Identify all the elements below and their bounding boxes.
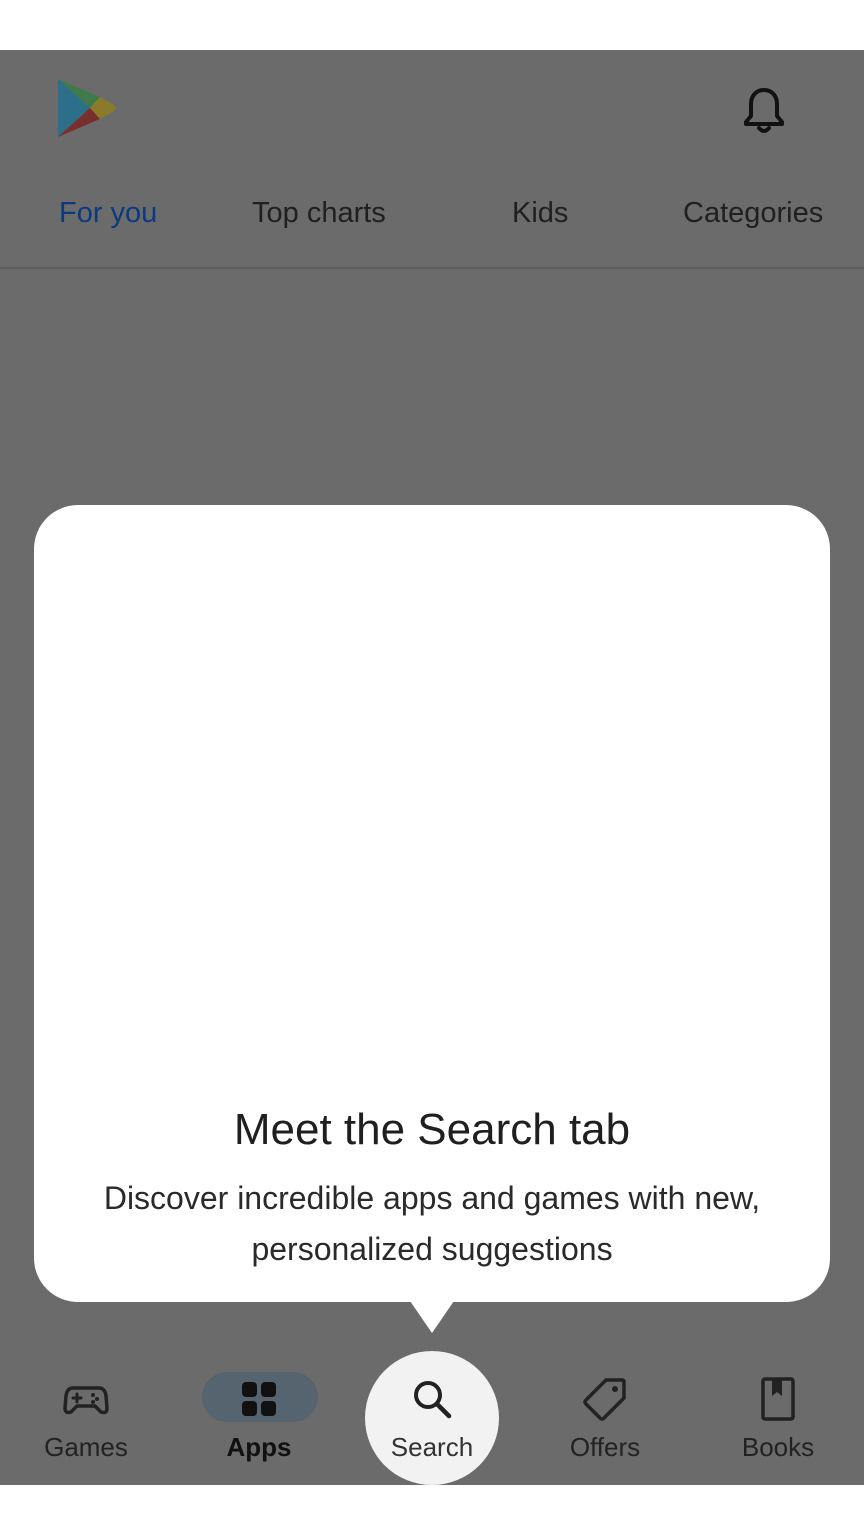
tab-top-charts[interactable]: Top charts xyxy=(252,197,386,230)
tooltip-title: Meet the Search tab xyxy=(233,1105,631,1154)
top-tabs: For you Top charts Kids Categories xyxy=(0,175,864,269)
nav-search-label: Search xyxy=(390,1432,474,1462)
nav-apps[interactable]: Apps xyxy=(173,1350,345,1485)
nav-games[interactable]: Games xyxy=(0,1350,172,1485)
gamepad-icon xyxy=(63,1376,109,1422)
google-play-logo-icon xyxy=(54,75,118,141)
status-bar xyxy=(0,0,864,50)
nav-offers-label: Offers xyxy=(569,1432,641,1462)
bookmark-book-icon xyxy=(755,1376,801,1422)
tooltip-description: Discover incredible apps and games with … xyxy=(103,1180,761,1267)
nav-books[interactable]: Books xyxy=(692,1350,864,1485)
system-navigation-area xyxy=(0,1485,864,1536)
search-tab-tooltip[interactable]: Meet the Search tab Discover incredible … xyxy=(34,505,830,1302)
tab-kids[interactable]: Kids xyxy=(512,197,568,230)
nav-offers[interactable]: Offers xyxy=(519,1350,691,1485)
top-app-bar xyxy=(0,50,864,160)
nav-apps-label: Apps xyxy=(226,1432,292,1462)
tooltip-pointer xyxy=(410,1301,454,1333)
nav-books-label: Books xyxy=(741,1432,815,1462)
apps-grid-icon xyxy=(236,1376,282,1422)
search-icon xyxy=(409,1376,455,1422)
bell-icon[interactable] xyxy=(740,86,788,136)
tag-icon xyxy=(582,1376,628,1422)
tab-categories[interactable]: Categories xyxy=(683,197,823,230)
nav-games-label: Games xyxy=(44,1432,128,1462)
tab-for-you[interactable]: For you xyxy=(59,197,157,230)
nav-search[interactable]: Search xyxy=(346,1350,518,1485)
bottom-navigation: Games Apps Search Offers Books xyxy=(0,1350,864,1485)
